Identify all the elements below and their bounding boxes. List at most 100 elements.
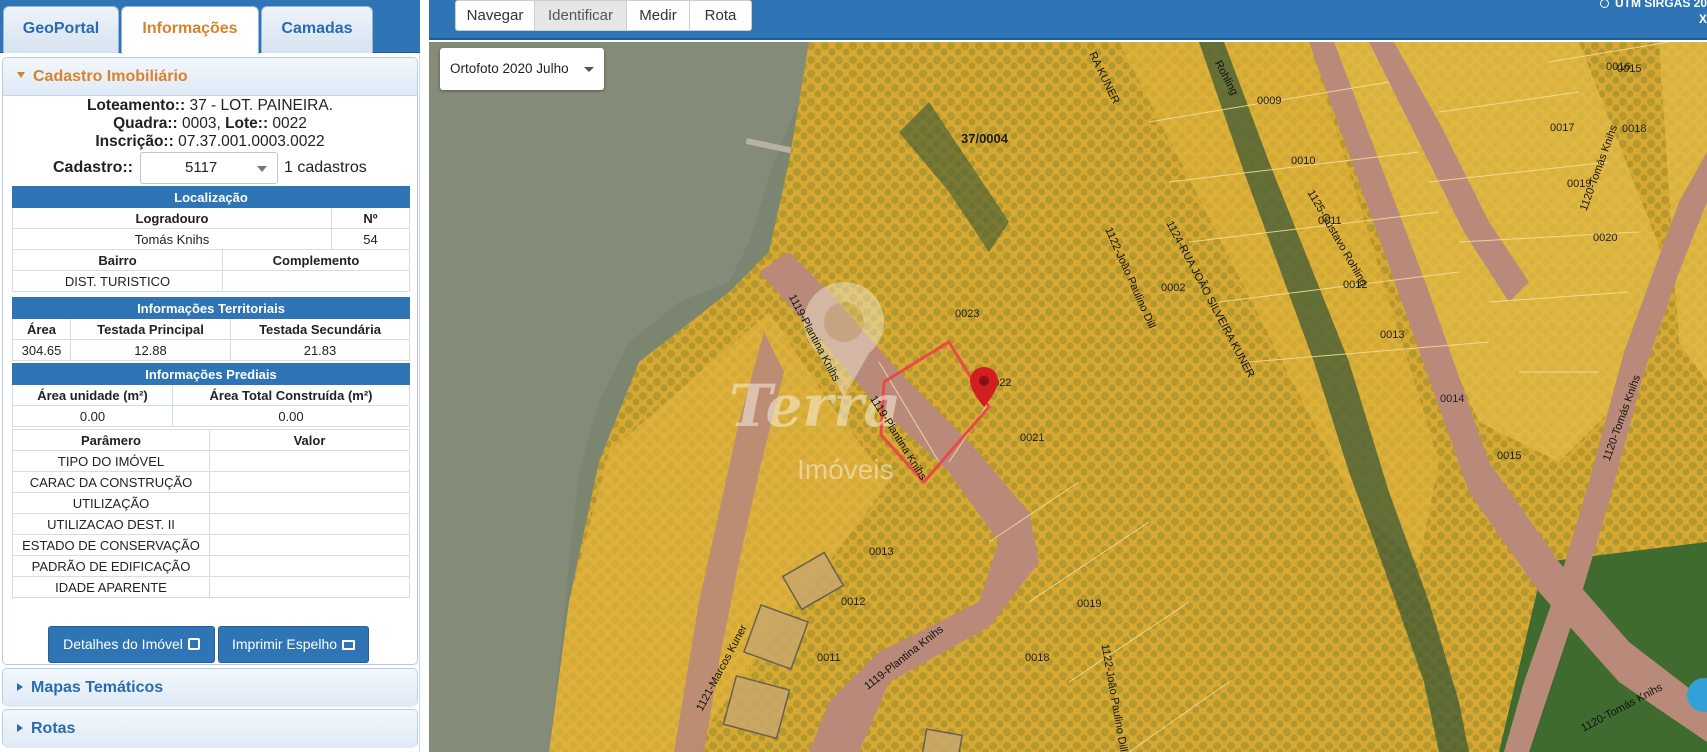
bairro-value: DIST. TURISTICO (12, 270, 223, 292)
lot-label: 0013 (1380, 329, 1405, 341)
col-area-total: Área Total Construída (m²) (172, 384, 410, 406)
cadastro-accordion-header[interactable]: Cadastro Imobiliário (3, 58, 417, 96)
quadra-lote-line: Quadra:: 0003, Lote:: 0022 (3, 115, 417, 133)
mapas-tematicos-label: Mapas Temáticos (31, 679, 164, 696)
param-value (209, 471, 410, 493)
table-row: IDADE APARENTE (12, 576, 410, 598)
area-unidade-value: 0.00 (12, 405, 173, 427)
radio-icon[interactable] (1599, 0, 1609, 8)
lot-label: 0021 (1020, 432, 1045, 444)
localizacao-title: Localização (12, 186, 410, 208)
table-row: ESTADO DE CONSERVAÇÃO (12, 534, 410, 556)
external-link-icon (187, 638, 200, 650)
param-name: UTILIZACAO DEST. II (12, 513, 210, 535)
loteamento-label: Loteamento:: (86, 97, 186, 114)
col-logradouro: Logradouro (12, 207, 332, 229)
cadastro-select-value: 5117 (185, 159, 218, 176)
medir-button[interactable]: Medir (626, 0, 690, 31)
col-area-unidade: Área unidade (m²) (12, 384, 173, 406)
lot-label: 0013 (869, 546, 894, 558)
param-value (209, 492, 410, 514)
param-name: UTILIZAÇÃO (12, 492, 210, 514)
basemap-select-value: Ortofoto 2020 Julho (450, 61, 569, 76)
tab-geoportal[interactable]: GeoPortal (3, 6, 119, 53)
rotas-accordion[interactable]: Rotas (2, 709, 418, 748)
col-bairro: Bairro (12, 249, 223, 271)
param-value (209, 555, 410, 577)
col-parametro: Parâmero (12, 429, 210, 451)
utm-label: UTM SIRGAS 20 (1614, 0, 1707, 10)
tab-informacoes[interactable]: Informações (121, 6, 259, 54)
imprimir-espelho-button[interactable]: Imprimir Espelho (218, 626, 369, 663)
param-value (209, 450, 410, 472)
param-name: PADRÃO DE EDIFICAÇÃO (12, 555, 210, 577)
localizacao-table: Localização Logradouro Nº Tomás Knihs 54… (12, 186, 410, 292)
side-panel: GeoPortal Informações Camadas Cadastro I… (0, 0, 420, 752)
col-testada-principal: Testada Principal (70, 318, 231, 340)
area-total-value: 0.00 (172, 405, 410, 427)
cadastro-label: Cadastro:: (53, 159, 134, 176)
param-name: IDADE APARENTE (12, 576, 210, 598)
utm-x: X (1698, 12, 1707, 26)
table-row: UTILIZAÇÃO (12, 492, 410, 514)
imprimir-label: Imprimir Espelho (231, 636, 338, 652)
lot-label: 0018 (1622, 123, 1647, 135)
lot-label: 0010 (1291, 155, 1316, 167)
lot-label: 0015 (1617, 63, 1642, 75)
param-name: TIPO DO IMÓVEL (12, 450, 210, 472)
lot-label: 0011 (817, 652, 841, 664)
property-header: Loteamento:: 37 - LOT. PAINEIRA. Quadra:… (3, 97, 417, 151)
loteamento-line: Loteamento:: 37 - LOT. PAINEIRA. (3, 97, 417, 115)
cadastro-row: Cadastro:: 5117 1 cadastros (3, 152, 419, 184)
prediais-table: Informações Prediais Área unidade (m²) Á… (12, 363, 410, 427)
numero-value: 54 (331, 228, 410, 250)
detalhes-imovel-button[interactable]: Detalhes do Imóvel (48, 626, 215, 663)
map-view[interactable]: Terra Imóveis 37/0004 0009 0010 0011 0012 00… (429, 42, 1707, 752)
lot-label: 0020 (1593, 232, 1618, 244)
lote-value: 0022 (268, 115, 307, 132)
rotas-label: Rotas (31, 720, 76, 737)
col-valor: Valor (209, 429, 410, 451)
basemap-select[interactable]: Ortofoto 2020 Julho (440, 48, 604, 90)
complemento-value (222, 270, 410, 292)
watermark-subtext: Imóveis (797, 454, 894, 485)
col-complemento: Complemento (222, 249, 410, 271)
identificar-button[interactable]: Identificar (534, 0, 627, 31)
tab-camadas[interactable]: Camadas (261, 6, 373, 53)
table-row: UTILIZACAO DEST. II (12, 513, 410, 535)
col-testada-secundaria: Testada Secundária (230, 318, 410, 340)
print-icon (342, 640, 356, 650)
chevron-down-icon (584, 67, 594, 72)
lot-label: 0018 (1025, 652, 1050, 664)
lot-label: 0023 (955, 308, 980, 320)
col-numero: Nº (331, 207, 410, 229)
mapas-tematicos-accordion[interactable]: Mapas Temáticos (2, 668, 418, 707)
lote-label: Lote:: (225, 115, 269, 132)
col-area: Área (12, 318, 71, 340)
navegar-button[interactable]: Navegar (455, 0, 535, 31)
area-value: 304.65 (12, 339, 71, 361)
lot-label: 0002 (1161, 282, 1186, 294)
chevron-down-icon (257, 166, 267, 172)
map-pin-icon[interactable] (970, 367, 998, 407)
caret-right-icon (17, 723, 23, 732)
cadastro-select[interactable]: 5117 (140, 152, 278, 184)
lot-label: 0009 (1257, 95, 1282, 107)
param-value (209, 534, 410, 556)
lot-label: 0017 (1550, 122, 1575, 134)
quadra-label: Quadra:: (113, 115, 178, 132)
lot-label: 0015 (1497, 450, 1522, 462)
param-value (209, 513, 410, 535)
rota-button[interactable]: Rota (689, 0, 752, 31)
inscricao-value: 07.37.001.0003.0022 (173, 133, 325, 150)
caret-down-icon (17, 71, 25, 78)
inscricao-label: Inscrição:: (95, 133, 174, 150)
utm-readout: UTM SIRGAS 20 X (1599, 0, 1707, 26)
caret-right-icon (17, 682, 23, 691)
block-label: 37/0004 (961, 131, 1008, 146)
cadastro-title: Cadastro Imobiliário (33, 68, 188, 85)
territoriais-table: Informações Territoriais Área Testada Pr… (12, 297, 410, 361)
testada-principal-value: 12.88 (70, 339, 231, 361)
table-row: TIPO DO IMÓVEL (12, 450, 410, 472)
map-canvas[interactable] (429, 42, 1707, 752)
